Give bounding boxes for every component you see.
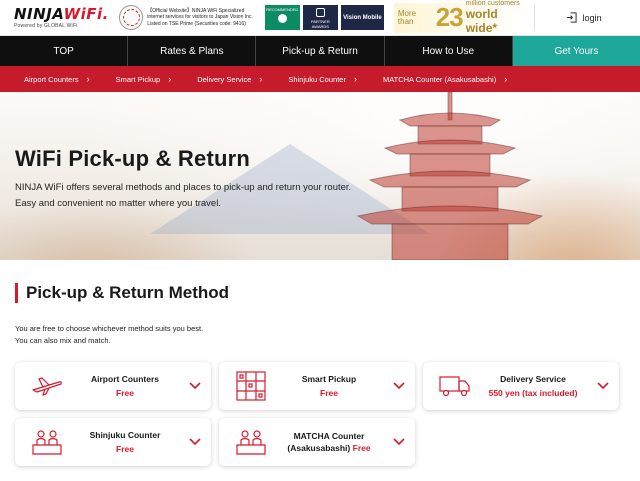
method-name: Shinjuku Counter: [89, 430, 161, 440]
nav-rates-plans[interactable]: Rates & Plans: [128, 36, 257, 66]
method-name-line2: (Asakusabashi) Free: [271, 442, 387, 454]
subnav-matcha-counter[interactable]: MATCHA Counter (Asakusabashi) ›: [383, 74, 507, 84]
company-seal-icon: [118, 5, 144, 30]
method-name: Airport Counters: [91, 374, 159, 384]
main-nav: TOP Rates & Plans Pick-up & Return How t…: [0, 36, 640, 66]
chevron-right-icon: ›: [504, 74, 508, 84]
hero-banner: WiFi Pick-up & Return NINJA WiFi offers …: [0, 92, 640, 260]
vision-mobile-badge: Vision Mobile: [340, 5, 384, 30]
chevron-right-icon: ›: [259, 74, 263, 84]
counter-staff-icon: [231, 429, 271, 455]
badge-vision-label: Vision Mobile: [343, 14, 382, 21]
chevron-right-icon: ›: [168, 74, 172, 84]
subnav-label: Delivery Service: [197, 74, 252, 84]
method-card-delivery-service[interactable]: Delivery Service 550 yen (tax included): [423, 362, 619, 410]
section-desc-line1: You are free to choose whichever method …: [15, 324, 204, 333]
method-price: 550 yen (tax included): [488, 388, 578, 398]
method-name: Delivery Service: [500, 374, 566, 384]
method-card-shinjuku-counter[interactable]: Shinjuku Counter Free: [15, 418, 211, 466]
chevron-down-icon: [591, 382, 615, 390]
counter-staff-icon: [27, 429, 67, 455]
nav-get-yours-button[interactable]: Get Yours: [512, 36, 640, 66]
subnav-label: Shinjuku Counter: [288, 74, 346, 84]
ninja-wifi-logo[interactable]: NINJAWiFi. Powered by GLOBAL WiFi: [14, 4, 109, 29]
site-header: NINJAWiFi. Powered by GLOBAL WiFi 【Offic…: [0, 0, 640, 36]
chevron-down-icon: [183, 382, 207, 390]
login-button[interactable]: login: [534, 4, 632, 31]
subnav-smart-pickup[interactable]: Smart Pickup ›: [116, 74, 172, 84]
subnav-airport-counters[interactable]: Airport Counters ›: [24, 74, 90, 84]
hero-description: NINJA WiFi offers several methods and pl…: [15, 180, 351, 212]
badge-recommended-label: RECOMMENDED: [266, 7, 299, 12]
pagoda-image: [356, 92, 544, 260]
subnav-label: MATCHA Counter (Asakusabashi): [382, 74, 497, 84]
method-price: Free: [320, 388, 338, 398]
truck-icon: [435, 375, 475, 397]
section-title: Pick-up & Return Method: [15, 283, 229, 303]
chevron-down-icon: [183, 438, 207, 446]
logo-main-text: NINJA: [14, 4, 64, 23]
hero-desc-line1: NINJA WiFi offers several methods and pl…: [15, 182, 352, 193]
page-title: WiFi Pick-up & Return: [15, 146, 251, 171]
logo-accent-text: WiFi.: [63, 4, 109, 23]
hero-desc-line2: Easy and convenient no matter where you …: [15, 198, 221, 209]
section-description: You are free to choose whichever method …: [15, 323, 203, 347]
million-line2: world wide*: [465, 7, 498, 35]
million-prefix: More than: [397, 8, 417, 26]
customer-count-banner: More than 23 million customers world wid…: [393, 0, 535, 35]
method-price: Free: [116, 444, 134, 454]
chevron-down-icon: [387, 438, 411, 446]
nav-top[interactable]: TOP: [0, 36, 129, 66]
section-desc-line2: You can also mix and match.: [15, 336, 111, 345]
method-card-matcha-counter[interactable]: MATCHA Counter (Asakusabashi) Free: [219, 418, 415, 466]
subnav-delivery-service[interactable]: Delivery Service ›: [197, 74, 262, 84]
official-website-text: 【Official Website】NINJA WiFi Specialized…: [147, 7, 253, 27]
method-card-airport-counters[interactable]: Airport Counters Free: [15, 362, 211, 410]
login-label: login: [582, 12, 602, 23]
method-name: MATCHA Counter: [293, 431, 365, 441]
sub-nav: Airport Counters › Smart Pickup › Delivery…: [0, 66, 640, 92]
nav-how-to-use[interactable]: How to Use: [385, 36, 513, 66]
method-card-smart-pickup[interactable]: Smart Pickup Free: [219, 362, 415, 410]
owl-icon: [277, 14, 287, 23]
airplane-icon: [27, 376, 67, 396]
subnav-shinjuku-counter[interactable]: Shinjuku Counter ›: [288, 74, 357, 84]
chevron-down-icon: [387, 382, 411, 390]
million-line1: million customers: [465, 0, 520, 7]
method-name-sub: (Asakusabashi): [287, 443, 351, 453]
million-number: 23: [435, 2, 464, 32]
award-icon: [315, 8, 325, 17]
chevron-right-icon: ›: [353, 74, 357, 84]
chevron-right-icon: ›: [86, 74, 90, 84]
subnav-label: Smart Pickup: [115, 74, 161, 84]
nav-pickup-return[interactable]: Pick-up & Return: [256, 36, 385, 66]
subnav-label: Airport Counters: [24, 74, 79, 84]
method-price: Free: [116, 388, 134, 398]
login-icon: [566, 12, 577, 23]
lockers-icon: [231, 371, 271, 401]
tripadvisor-badge: RECOMMENDED: [264, 5, 300, 30]
badge-partner-label: PARTNER AWARDS: [310, 19, 330, 29]
partner-awards-badge: PARTNER AWARDS: [302, 5, 338, 30]
method-name: Smart Pickup: [301, 374, 357, 384]
logo-tagline: Powered by GLOBAL WiFi: [14, 22, 78, 29]
method-price: Free: [352, 443, 371, 453]
